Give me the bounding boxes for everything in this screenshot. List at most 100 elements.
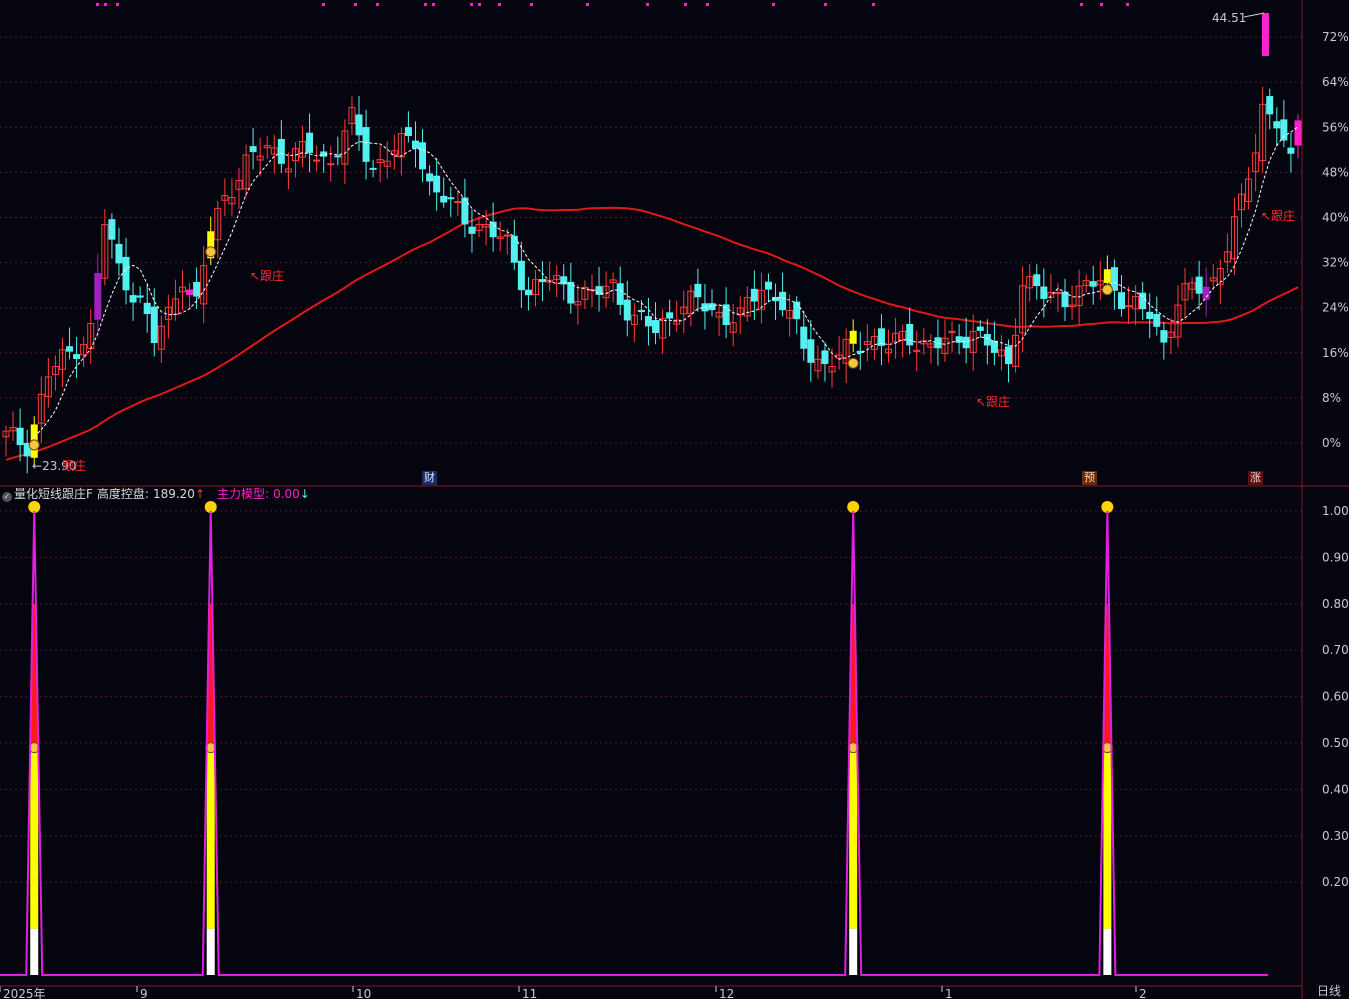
indicator-axis: 1.00 0.90 0.80 0.70 0.60 0.50 0.40 0.30 0.20: [1322, 504, 1349, 889]
candle-body[interactable]: [694, 283, 702, 298]
indicator-axis-label: 0.80: [1322, 597, 1349, 611]
indicator-name: 量化短线跟庄F: [14, 487, 93, 501]
candle-body[interactable]: [404, 127, 412, 136]
top-signal-dot: [706, 3, 709, 6]
top-signal-dot: [1100, 3, 1103, 6]
top-signal-dot: [424, 3, 427, 6]
candle-body[interactable]: [150, 306, 158, 344]
candle-body[interactable]: [750, 288, 758, 302]
candle-body[interactable]: [1160, 330, 1168, 343]
candle-body[interactable]: [433, 175, 441, 193]
candle-body[interactable]: [426, 173, 434, 182]
candle-body[interactable]: [1146, 311, 1154, 319]
candle-body[interactable]: [129, 295, 137, 303]
money-bag-icon: [28, 439, 40, 451]
candle-body[interactable]: [454, 201, 462, 204]
candle-body[interactable]: [1103, 269, 1111, 283]
candle-body[interactable]: [510, 235, 518, 263]
candle-body[interactable]: [807, 339, 815, 363]
candle-body[interactable]: [73, 354, 81, 360]
candle-body[interactable]: [779, 291, 787, 311]
candle-body[interactable]: [136, 295, 144, 298]
candle-body[interactable]: [186, 289, 194, 296]
candle-body[interactable]: [764, 281, 772, 290]
candle-body[interactable]: [94, 273, 102, 320]
candle-body[interactable]: [1202, 286, 1210, 300]
candle-body[interactable]: [1117, 292, 1125, 310]
candle-body[interactable]: [1054, 292, 1062, 295]
candle-body[interactable]: [411, 140, 419, 149]
candle-body[interactable]: [955, 336, 963, 343]
candle-body[interactable]: [440, 195, 448, 203]
price-axis-label: 64%: [1322, 75, 1349, 89]
candle-body[interactable]: [193, 281, 201, 297]
candle-body[interactable]: [1005, 346, 1013, 365]
check-icon[interactable]: ✓: [2, 492, 12, 502]
period-label[interactable]: 日线: [1317, 982, 1341, 999]
candle-body[interactable]: [962, 336, 970, 349]
top-signal-dot: [646, 3, 649, 6]
candle-body[interactable]: [362, 127, 370, 162]
top-signal-dot: [376, 3, 379, 6]
candle-body[interactable]: [1139, 292, 1147, 310]
candle-body[interactable]: [334, 155, 342, 158]
candle-body[interactable]: [637, 309, 645, 313]
candle-body[interactable]: [666, 312, 674, 319]
candle-body[interactable]: [1273, 121, 1281, 129]
spike-yellow-segment: [1103, 743, 1112, 929]
candle-body[interactable]: [821, 350, 829, 365]
candle-body[interactable]: [306, 132, 314, 153]
candle-body[interactable]: [115, 243, 123, 264]
candle-body[interactable]: [1294, 120, 1302, 146]
candle-body[interactable]: [1287, 147, 1295, 154]
candle-body[interactable]: [143, 302, 151, 315]
candle-body[interactable]: [1153, 313, 1161, 327]
candle-body[interactable]: [503, 234, 511, 237]
candle-body[interactable]: [122, 256, 130, 291]
candle-body[interactable]: [1033, 274, 1041, 287]
candle-body[interactable]: [976, 326, 984, 331]
spike-white-segment: [849, 928, 858, 975]
candle-body[interactable]: [313, 159, 321, 162]
candle-body[interactable]: [419, 142, 427, 170]
candle-body[interactable]: [327, 163, 335, 166]
candle-body[interactable]: [1125, 305, 1133, 308]
candle-body[interactable]: [539, 279, 547, 283]
candle-body[interactable]: [623, 299, 631, 321]
candle-body[interactable]: [1089, 281, 1097, 287]
top-signal-dot: [586, 3, 589, 6]
candle-body[interactable]: [652, 320, 660, 334]
candle-body[interactable]: [16, 427, 24, 446]
candle-body[interactable]: [108, 219, 116, 240]
candle-body[interactable]: [644, 316, 652, 327]
candle-body[interactable]: [1266, 96, 1274, 115]
candle-body[interactable]: [849, 330, 857, 344]
candle-body[interactable]: [793, 301, 801, 320]
candle-body[interactable]: [277, 138, 285, 164]
candle-body[interactable]: [447, 197, 455, 200]
candle-body[interactable]: [616, 283, 624, 305]
high-control-value: 189.20: [152, 487, 195, 501]
candle-body[interactable]: [468, 226, 476, 234]
candle-body[interactable]: [369, 167, 377, 170]
candle-body[interactable]: [517, 260, 525, 291]
candle-body[interactable]: [990, 340, 998, 353]
candle-body[interactable]: [906, 323, 914, 346]
candle-body[interactable]: [524, 289, 532, 296]
event-marker-zhang[interactable]: 涨: [1248, 471, 1263, 485]
candle-body[interactable]: [489, 221, 497, 238]
candle-body[interactable]: [800, 326, 808, 349]
candle-body[interactable]: [461, 197, 469, 225]
event-marker-cai[interactable]: 财: [422, 471, 437, 485]
candle-body[interactable]: [1195, 276, 1203, 294]
top-signal-dot: [1080, 3, 1083, 6]
candle-body[interactable]: [355, 114, 363, 136]
candle-body[interactable]: [249, 146, 257, 153]
candle-body[interactable]: [1110, 267, 1118, 291]
candle-body[interactable]: [983, 333, 991, 346]
candle-body[interactable]: [1040, 286, 1048, 299]
event-marker-yu[interactable]: 预: [1082, 471, 1097, 485]
main-model-label: 主力模型:: [217, 487, 270, 501]
candle-body[interactable]: [66, 346, 74, 352]
candle-body[interactable]: [1061, 291, 1069, 308]
